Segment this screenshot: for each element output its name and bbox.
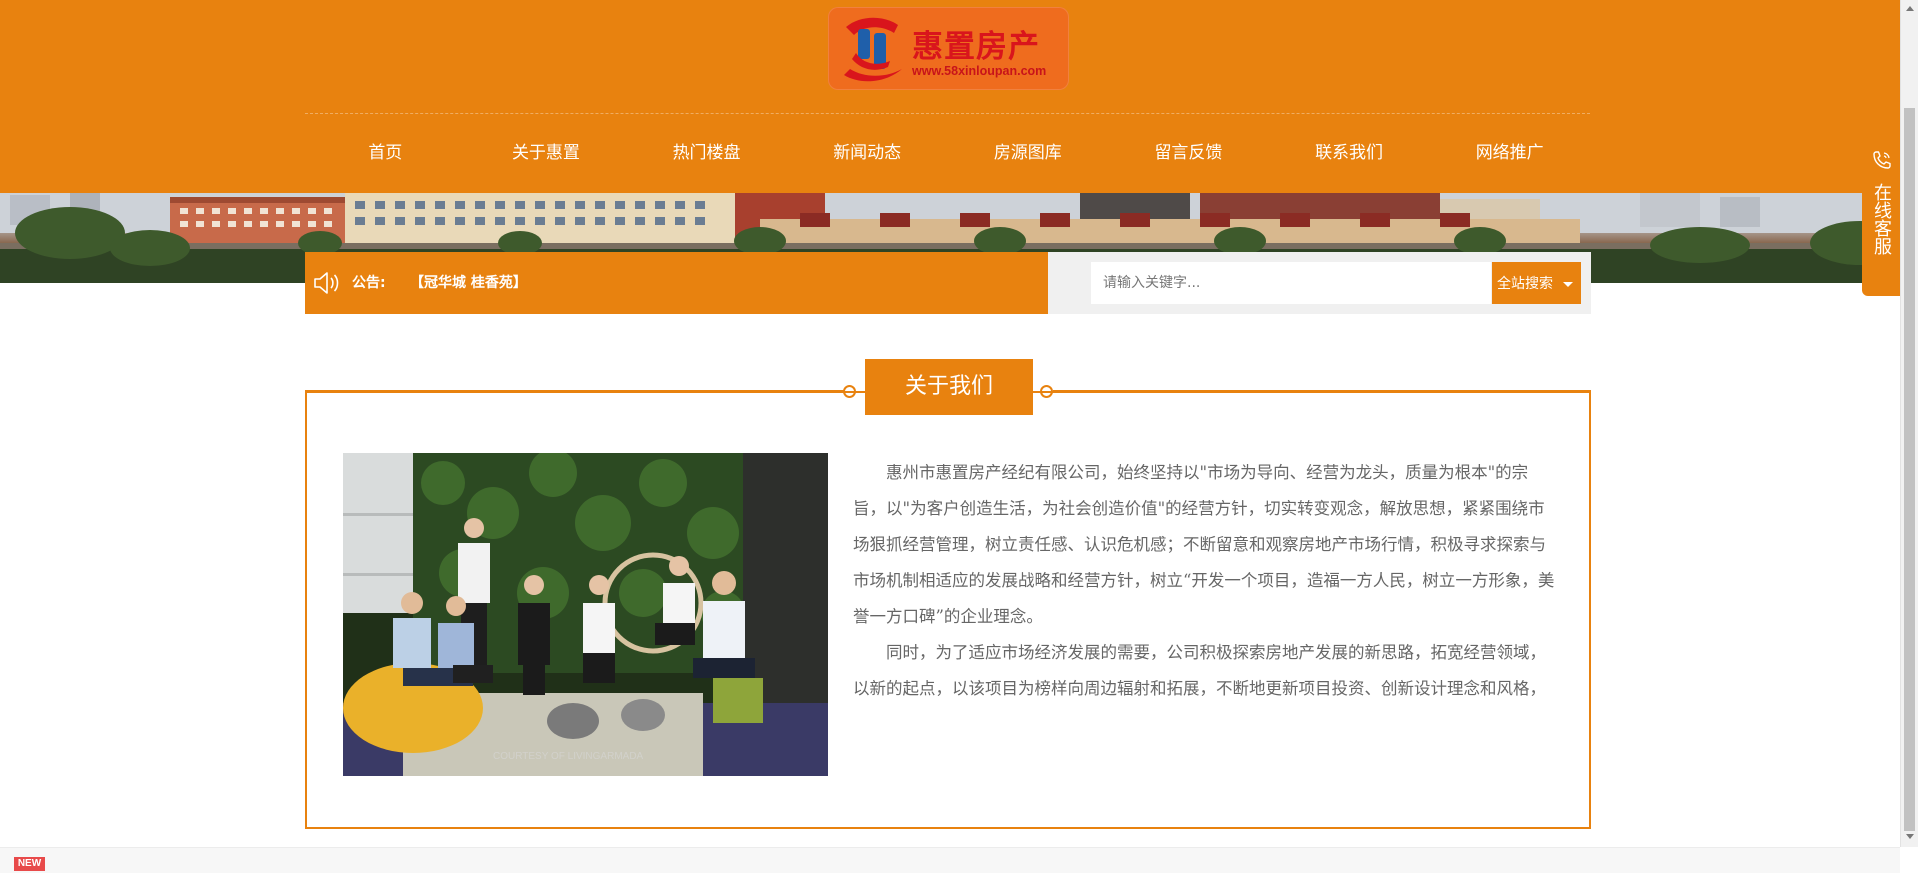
about-paragraph-1: 惠州市惠置房产经纪有限公司，始终坚持以"市场为导向、经营为龙头，质量为根本"的宗…	[853, 463, 1555, 626]
page-scrollbar[interactable]	[1900, 0, 1918, 847]
online-service-label: 在线客服	[1871, 183, 1892, 255]
nav-item-home[interactable]: 首页	[305, 114, 466, 193]
nav-item-hot-properties[interactable]: 热门楼盘	[626, 114, 787, 193]
team-photo: COURTESY OF LIVINGARMADA	[343, 453, 828, 776]
caret-down-icon[interactable]	[1563, 282, 1573, 287]
logo-mark-icon	[844, 17, 902, 82]
nav-item-feedback[interactable]: 留言反馈	[1108, 114, 1269, 193]
phone-icon	[1873, 151, 1891, 169]
about-paragraph-2: 同时，为了适应市场经济发展的需要，公司积极探索房地产发展的新思路，拓宽经营领域，…	[853, 643, 1546, 698]
notice-link[interactable]: 【冠华城 桂香苑】	[410, 252, 527, 314]
bottom-strip	[0, 847, 1900, 873]
about-title: 关于我们	[865, 359, 1033, 415]
search-input[interactable]	[1091, 262, 1491, 304]
notice-bar: 公告: 【冠华城 桂香苑】	[305, 252, 1048, 314]
scroll-up-icon[interactable]	[1906, 6, 1914, 11]
site-header: 惠置房产 www.58xinloupan.com 首页 关于惠置 热门楼盘 新闻…	[0, 0, 1900, 193]
main-nav: 首页 关于惠置 热门楼盘 新闻动态 房源图库 留言反馈 联系我们 网络推广	[305, 114, 1590, 193]
scroll-thumb[interactable]	[1904, 108, 1915, 831]
site-logo[interactable]: 惠置房产 www.58xinloupan.com	[828, 7, 1069, 90]
search-button-label: 全站搜索	[1497, 276, 1553, 292]
site-search-button[interactable]: 全站搜索	[1492, 262, 1581, 304]
logo-name: 惠置房产	[912, 29, 1040, 65]
nav-item-promotion[interactable]: 网络推广	[1429, 114, 1590, 193]
nav-item-contact[interactable]: 联系我们	[1269, 114, 1430, 193]
nav-item-gallery[interactable]: 房源图库	[948, 114, 1109, 193]
notice-label: 公告:	[352, 275, 386, 291]
photo-watermark: COURTESY OF LIVINGARMADA	[493, 751, 644, 762]
new-badge: NEW	[14, 857, 45, 871]
team-photo-image: COURTESY OF LIVINGARMADA	[343, 453, 828, 776]
nav-item-about[interactable]: 关于惠置	[466, 114, 627, 193]
about-text: 惠州市惠置房产经纪有限公司，始终坚持以"市场为导向、经营为龙头，质量为根本"的宗…	[853, 455, 1555, 705]
speaker-icon	[314, 272, 339, 294]
search-panel: 全站搜索	[1048, 252, 1591, 314]
nav-item-news[interactable]: 新闻动态	[787, 114, 948, 193]
logo-url: www.58xinloupan.com	[912, 64, 1047, 78]
online-service-button[interactable]: 在线客服	[1862, 137, 1900, 296]
scroll-down-icon[interactable]	[1906, 834, 1914, 839]
